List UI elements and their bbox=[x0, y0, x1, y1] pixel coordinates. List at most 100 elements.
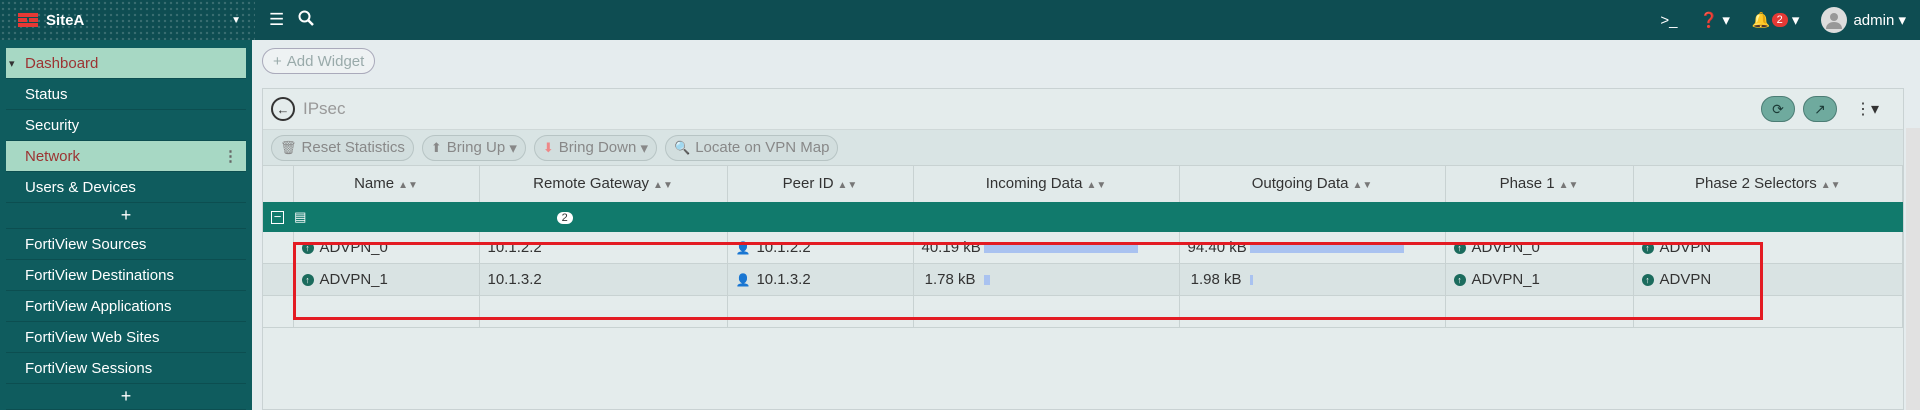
status-up-icon: ↑ bbox=[301, 274, 314, 286]
phase2-value: ADVPN bbox=[1659, 238, 1712, 256]
fortinet-logo-icon bbox=[18, 13, 38, 27]
plus-icon: + bbox=[120, 386, 132, 406]
refresh-button[interactable]: ⟳ bbox=[1760, 96, 1795, 122]
table-row[interactable]: ↑ ADVPN_0 10.1.2.2 👤 10.1.2.2 40.19 kB 94.… bbox=[263, 231, 1903, 264]
sidebar-item-label: Users & Devices bbox=[25, 178, 136, 196]
add-dashboard-button[interactable]: + bbox=[6, 203, 246, 229]
status-up-icon: ↑ bbox=[1641, 274, 1654, 286]
add-fortiview-button[interactable]: + bbox=[6, 384, 246, 410]
incoming-value: 1.78 kB bbox=[924, 271, 976, 288]
column-label: Phase 1 bbox=[1499, 175, 1555, 193]
bring-up-label: Bring Up bbox=[446, 139, 506, 156]
reset-statistics-button[interactable]: 🗑 Reset Statistics bbox=[271, 134, 414, 161]
phase2-cell: ↑ ADVPN bbox=[1633, 263, 1903, 296]
sidebar: ▾ Dashboard Status Security Network ⋮ Use… bbox=[0, 40, 252, 410]
sidebar-item-network[interactable]: Network ⋮ bbox=[6, 141, 246, 172]
incoming-value: 40.19 kB bbox=[921, 238, 981, 256]
plus-icon: + bbox=[273, 52, 282, 70]
column-header-remote-gateway[interactable]: Remote Gateway ▲▼ bbox=[479, 165, 728, 202]
sort-icon: ▲▼ bbox=[1352, 180, 1373, 192]
incoming-cell: 40.19 kB bbox=[913, 231, 1180, 264]
table-header: Name ▲▼ Remote Gateway ▲▼ Peer ID ▲▼ Incomi… bbox=[263, 165, 1903, 202]
ipsec-panel: ← IPsec ⟳ ↗ ⋮▾ 🗑 Reset Statistics ⬆ Bring … bbox=[262, 88, 1904, 410]
sort-icon: ▲▼ bbox=[1820, 180, 1841, 192]
chevron-down-icon[interactable]: ▼ bbox=[231, 15, 241, 26]
peer-id: 10.1.2.2 bbox=[756, 238, 811, 256]
user-icon: 👤 bbox=[735, 240, 751, 255]
table-row[interactable]: ↑ ADVPN_1 10.1.3.2 👤 10.1.3.2 1.78 kB 1.98… bbox=[263, 263, 1903, 296]
group-row[interactable]: − ▤ 2 bbox=[263, 201, 1903, 232]
sidebar-section-dashboard[interactable]: ▾ Dashboard bbox=[6, 48, 246, 79]
sidebar-item-label: FortiView Destinations bbox=[25, 266, 174, 284]
outgoing-bar bbox=[1249, 275, 1253, 285]
sidebar-item-fortiview-applications[interactable]: FortiView Applications bbox=[6, 291, 246, 322]
name-cell: ↑ ADVPN_1 bbox=[293, 263, 480, 296]
kebab-menu-icon[interactable]: ⋮ bbox=[223, 147, 238, 165]
column-label: Remote Gateway bbox=[533, 175, 650, 193]
sidebar-item-fortiview-sources[interactable]: FortiView Sources bbox=[6, 229, 246, 260]
sidebar-item-security[interactable]: Security bbox=[6, 110, 246, 141]
search-icon: 🔍 bbox=[674, 139, 691, 155]
column-header-phase-1[interactable]: Phase 1 ▲▼ bbox=[1445, 165, 1634, 202]
trash-icon: 🗑 bbox=[280, 139, 297, 155]
locate-on-vpn-map-button[interactable]: 🔍 Locate on VPN Map bbox=[665, 134, 839, 161]
help-button[interactable]: ❓ ▾ bbox=[1700, 11, 1730, 29]
sort-icon: ▲▼ bbox=[1086, 180, 1107, 192]
tunnel-group-icon: ▤ bbox=[294, 209, 307, 224]
column-header-phase-2-selectors[interactable]: Phase 2 Selectors ▲▼ bbox=[1633, 165, 1903, 202]
user-icon: 👤 bbox=[735, 273, 751, 287]
help-icon: ❓ bbox=[1699, 12, 1719, 29]
reset-statistics-label: Reset Statistics bbox=[301, 139, 405, 156]
column-label: Name bbox=[354, 175, 395, 193]
ipsec-table: Name ▲▼ Remote Gateway ▲▼ Peer ID ▲▼ Incomi… bbox=[263, 165, 1903, 328]
bring-up-button[interactable]: ⬆ Bring Up ▾ bbox=[421, 134, 526, 161]
add-widget-button[interactable]: + Add Widget bbox=[262, 48, 376, 74]
scrollbar[interactable] bbox=[1906, 128, 1920, 410]
row-select-cell[interactable] bbox=[263, 263, 294, 296]
sidebar-item-users-devices[interactable]: Users & Devices bbox=[6, 172, 246, 203]
page-title: IPsec bbox=[303, 99, 346, 118]
gateway-cell: 10.1.3.2 bbox=[479, 263, 728, 296]
bring-down-label: Bring Down bbox=[558, 139, 637, 156]
notification-badge: 2 bbox=[1771, 13, 1788, 27]
table-row-empty bbox=[263, 295, 1903, 328]
sidebar-item-fortiview-web-sites[interactable]: FortiView Web Sites bbox=[6, 322, 246, 353]
outgoing-value: 94.40 kB bbox=[1187, 238, 1247, 256]
sidebar-item-fortiview-destinations[interactable]: FortiView Destinations bbox=[6, 260, 246, 291]
open-external-button[interactable]: ↗ bbox=[1802, 96, 1837, 122]
bring-down-button[interactable]: ⬇ Bring Down ▾ bbox=[533, 134, 658, 161]
row-select-cell[interactable] bbox=[263, 231, 294, 264]
peer-cell: 👤 10.1.2.2 bbox=[727, 231, 914, 264]
arrow-down-circle-icon: ⬇ bbox=[542, 139, 554, 155]
search-icon[interactable] bbox=[298, 10, 315, 31]
column-header-name[interactable]: Name ▲▼ bbox=[293, 165, 480, 202]
phase1-cell: ↑ ADVPN_1 bbox=[1445, 263, 1634, 296]
incoming-cell: 1.78 kB bbox=[913, 263, 1180, 296]
user-menu[interactable]: admin ▾ bbox=[1821, 7, 1906, 33]
select-column-header bbox=[263, 165, 294, 202]
notifications-button[interactable]: 🔔 2 ▾ bbox=[1752, 11, 1800, 29]
sidebar-item-fortiview-sessions[interactable]: FortiView Sessions bbox=[6, 353, 246, 384]
collapse-icon[interactable]: − bbox=[271, 210, 284, 224]
outgoing-cell: 1.98 kB bbox=[1179, 263, 1446, 296]
column-header-incoming-data[interactable]: Incoming Data ▲▼ bbox=[913, 165, 1180, 202]
sidebar-item-status[interactable]: Status bbox=[6, 79, 246, 110]
column-label: Outgoing Data bbox=[1251, 175, 1349, 193]
tunnel-name: ADVPN_0 bbox=[319, 238, 388, 256]
main-content: + Add Widget ← IPsec ⟳ ↗ ⋮▾ 🗑 Reset Statis… bbox=[252, 40, 1920, 410]
sidebar-section-label: Dashboard bbox=[25, 54, 99, 72]
tunnel-name: ADVPN_1 bbox=[319, 271, 388, 288]
more-options-icon[interactable]: ⋮▾ bbox=[1855, 99, 1879, 119]
site-switcher[interactable]: SiteA ▼ bbox=[0, 0, 255, 40]
column-header-outgoing-data[interactable]: Outgoing Data ▲▼ bbox=[1179, 165, 1446, 202]
column-label: Incoming Data bbox=[985, 175, 1083, 193]
back-arrow-icon[interactable]: ← bbox=[271, 97, 295, 121]
sort-icon: ▲▼ bbox=[398, 180, 418, 192]
menu-icon[interactable]: ☰ bbox=[269, 10, 284, 30]
terminal-icon[interactable]: >_ bbox=[1660, 12, 1677, 29]
sidebar-item-label: FortiView Applications bbox=[25, 297, 172, 315]
column-header-peer-id[interactable]: Peer ID ▲▼ bbox=[727, 165, 914, 202]
gateway-cell: 10.1.2.2 bbox=[479, 231, 728, 264]
external-link-icon: ↗ bbox=[1814, 100, 1826, 117]
refresh-icon: ⟳ bbox=[1772, 100, 1784, 117]
